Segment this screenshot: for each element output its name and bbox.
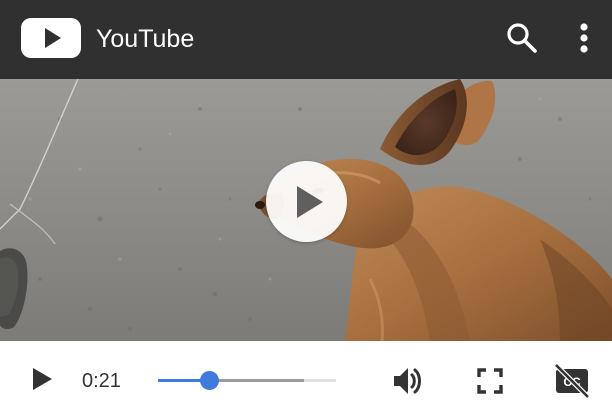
seek-handle[interactable] — [200, 371, 220, 390]
search-icon — [507, 23, 537, 53]
volume-up-icon — [394, 368, 421, 394]
player-controls: 0:21 CC — [0, 341, 612, 415]
top-app-bar: YouTube — [0, 0, 612, 79]
more-vert-icon — [580, 23, 588, 53]
captions-button[interactable]: CC — [550, 361, 594, 401]
search-button[interactable] — [500, 16, 544, 60]
video-player-app: YouTube 0:21 — [0, 0, 612, 415]
volume-button[interactable] — [388, 361, 428, 401]
video-frame[interactable] — [0, 79, 612, 341]
play-circle-icon — [296, 185, 323, 218]
brand-name: YouTube — [96, 25, 195, 53]
more-options-button[interactable] — [566, 16, 602, 60]
play-icon — [33, 368, 52, 390]
fullscreen-button[interactable] — [470, 361, 510, 401]
youtube-logo-icon[interactable] — [20, 16, 82, 60]
seek-bar[interactable] — [158, 369, 336, 393]
closed-caption-off-icon: CC — [554, 363, 590, 399]
fullscreen-icon — [477, 368, 503, 394]
center-play-button[interactable] — [266, 161, 347, 242]
current-time: 0:21 — [82, 370, 121, 392]
play-button[interactable] — [26, 363, 58, 395]
